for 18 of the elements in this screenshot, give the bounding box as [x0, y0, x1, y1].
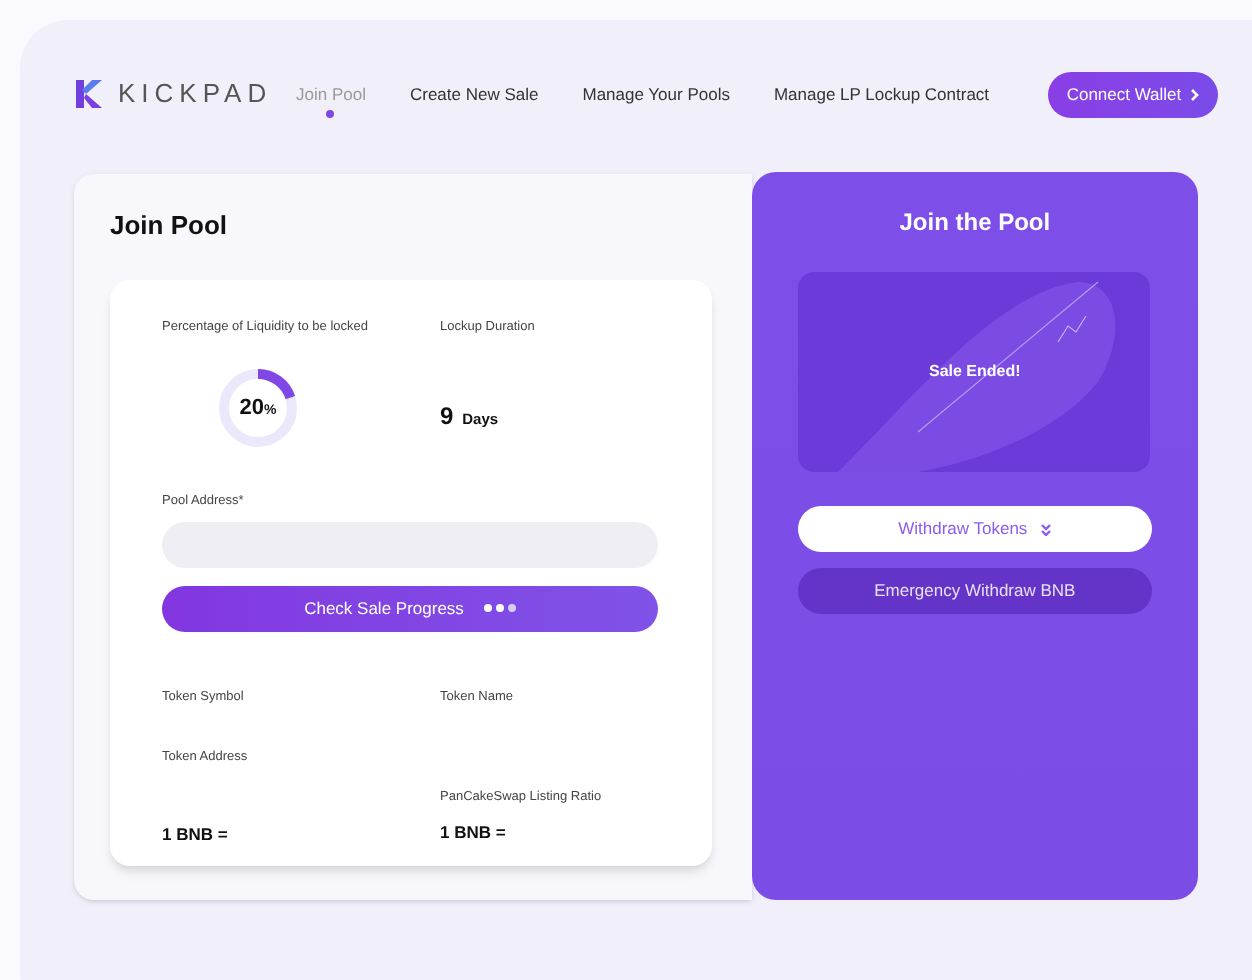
withdraw-tokens-button[interactable]: Withdraw Tokens: [797, 506, 1152, 552]
rate-value: 1 BNB =: [162, 822, 230, 848]
logo-icon: [74, 78, 106, 110]
dots-icon: [483, 604, 516, 612]
sale-status: Sale Ended!: [929, 360, 1021, 384]
brand-name: KICKPAD: [118, 76, 273, 113]
nav-link[interactable]: Manage Your Pools: [582, 81, 730, 107]
double-chevron-down-icon: [1039, 523, 1052, 535]
nav-link[interactable]: Manage LP Lockup Contract: [773, 81, 990, 107]
panel-title: Join Pool: [110, 208, 229, 244]
connect-wallet-button[interactable]: Connect Wallet: [1048, 71, 1218, 117]
check-sale-progress-button[interactable]: Check Sale Progress: [162, 585, 658, 631]
panel-title: Join the Pool: [899, 206, 1051, 240]
nav-link[interactable]: Create New Sale: [409, 81, 539, 107]
chevron-right-icon: [1189, 87, 1200, 101]
rate-value: 1 BNB =: [440, 819, 508, 845]
emergency-withdraw-button[interactable]: Emergency Withdraw BNB: [797, 568, 1152, 614]
liquidity-ring: [214, 364, 302, 453]
